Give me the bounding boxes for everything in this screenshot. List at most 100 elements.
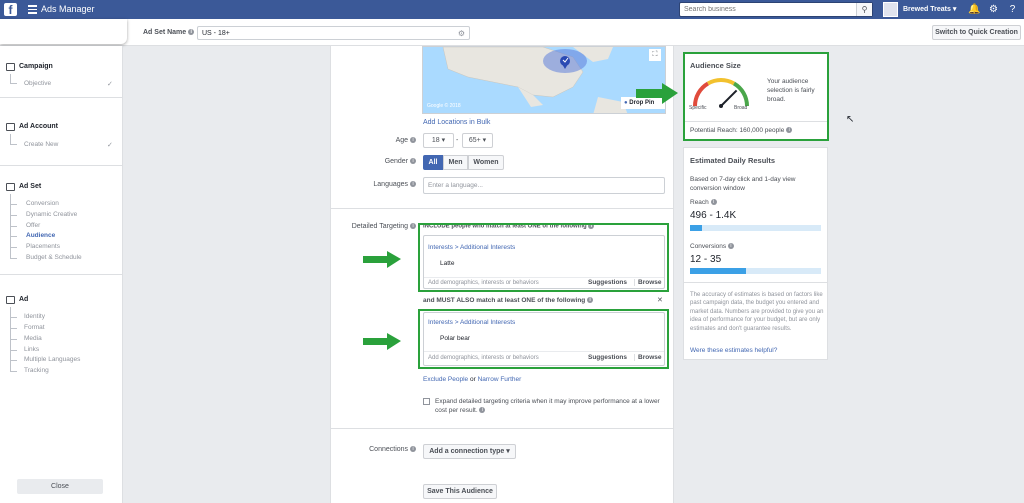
tree-tick <box>10 226 17 227</box>
close-icon[interactable]: ✕ <box>657 296 663 304</box>
tree-tick <box>10 360 17 361</box>
connections-label: Connections i <box>336 446 416 453</box>
map-copyright: Google © 2018 <box>427 103 461 109</box>
gender-men-button[interactable]: Men <box>443 155 468 170</box>
exclude-narrow-links: Exclude People or Narrow Further <box>423 376 521 383</box>
narrow-further-link[interactable]: Narrow Further <box>478 376 522 383</box>
search-icon[interactable]: ⚲ <box>856 3 872 16</box>
section-divider <box>0 274 122 275</box>
reach-value: 496 - 1.4K <box>690 210 737 221</box>
add-locations-bulk-link[interactable]: Add Locations in Bulk <box>423 119 490 126</box>
info-icon: i <box>727 243 734 250</box>
notifications-icon[interactable]: 🔔 <box>968 3 981 16</box>
sidebar-item-budget-schedule[interactable]: Budget & Schedule <box>26 254 82 261</box>
info-icon: i <box>710 199 717 206</box>
tree-tick <box>10 258 17 259</box>
header-overlay-panel <box>0 19 127 44</box>
annotation-box-narrow <box>418 309 669 369</box>
gender-all-button[interactable]: All <box>423 155 443 170</box>
fullscreen-icon[interactable]: ⛶ <box>649 49 661 61</box>
sidebar-section-ad-account[interactable]: Ad Account <box>19 123 58 130</box>
expand-targeting-text: Expand detailed targeting criteria when … <box>435 398 660 414</box>
chevron-down-icon: ▾ <box>952 6 957 13</box>
tree-line <box>10 74 11 83</box>
age-min-select[interactable]: 18 ▾ <box>423 133 454 148</box>
or-text: or <box>469 376 476 383</box>
sidebar-item-format[interactable]: Format <box>24 324 45 331</box>
detailed-targeting-label: Detailed Targeting i <box>336 223 416 230</box>
conversions-bar-fill <box>690 268 747 274</box>
chevron-down-icon: ▾ <box>482 137 487 144</box>
drop-pin-button[interactable]: ● Drop Pin <box>621 97 665 109</box>
annotation-arrow-narrow <box>363 333 401 350</box>
adset-name-label: Ad Set Name i <box>143 29 195 36</box>
section-divider <box>0 97 122 98</box>
expand-targeting-checkbox[interactable] <box>423 398 430 405</box>
annotation-box-audience <box>683 52 829 141</box>
sidebar-section-ad-set[interactable]: Ad Set <box>19 183 41 190</box>
annotation-arrow-include <box>363 251 401 268</box>
gear-icon[interactable]: ⚙ <box>458 29 465 38</box>
mouse-cursor-icon: ↖ <box>846 114 855 125</box>
search-box[interactable]: ⚲ <box>679 2 873 17</box>
sidebar: Campaign Objective ✓ Ad Account Create N… <box>0 46 123 503</box>
conversion-window-text: Based on 7-day click and 1-day view conv… <box>690 176 796 192</box>
age-max-select[interactable]: 65+ ▾ <box>462 133 493 148</box>
menu-icon[interactable] <box>28 5 37 14</box>
help-icon[interactable]: ? <box>1006 3 1019 16</box>
sidebar-item-identity[interactable]: Identity <box>24 313 45 320</box>
sidebar-item-dynamic-creative[interactable]: Dynamic Creative <box>26 211 77 218</box>
tree-tick <box>10 215 17 216</box>
settings-gear-icon[interactable]: ⚙ <box>987 3 1000 16</box>
info-icon: i <box>587 297 594 304</box>
account-switcher[interactable]: Brewed Treats ▾ <box>903 5 956 13</box>
languages-input[interactable]: Enter a language... <box>423 177 665 194</box>
sidebar-item-media[interactable]: Media <box>24 335 42 342</box>
reach-label: Reach i <box>690 199 717 206</box>
sidebar-item-conversion[interactable]: Conversion <box>26 200 59 207</box>
estimate-disclaimer: The accuracy of estimates is based on fa… <box>690 292 824 332</box>
estimates-helpful-link[interactable]: Were these estimates helpful? <box>690 347 777 354</box>
tree-tick <box>10 144 17 145</box>
and-must-instruction: and MUST ALSO match at least ONE of the … <box>423 297 594 304</box>
chevron-down-icon: ▾ <box>441 137 446 144</box>
adset-name-value: US - 18+ <box>202 30 230 37</box>
age-label: Age i <box>340 137 416 144</box>
info-icon: i <box>188 29 195 36</box>
sidebar-item-objective[interactable]: Objective <box>24 80 51 87</box>
tree-tick <box>10 328 17 329</box>
info-icon: i <box>479 407 486 414</box>
gender-women-button[interactable]: Women <box>468 155 504 170</box>
tree-tick <box>10 83 17 84</box>
close-button[interactable]: Close <box>17 479 103 494</box>
info-icon: i <box>410 181 416 188</box>
search-input[interactable] <box>680 3 854 16</box>
facebook-logo-icon[interactable]: f <box>4 3 17 17</box>
check-icon: ✓ <box>107 81 113 88</box>
save-audience-button[interactable]: Save This Audience <box>423 484 497 499</box>
sidebar-section-campaign[interactable]: Campaign <box>19 63 53 70</box>
sidebar-item-links[interactable]: Links <box>24 346 39 353</box>
info-icon: i <box>410 137 416 144</box>
form-divider <box>331 208 673 209</box>
pin-icon: ● <box>624 100 628 106</box>
sidebar-section-ad[interactable]: Ad <box>19 296 28 303</box>
adset-name-input[interactable]: US - 18+ ⚙ <box>197 26 470 40</box>
switch-quick-creation-button[interactable]: Switch to Quick Creation <box>932 25 1021 40</box>
sidebar-item-multiple-languages[interactable]: Multiple Languages <box>24 356 80 363</box>
tree-line <box>10 134 11 144</box>
card-divider <box>684 282 827 283</box>
sidebar-item-create-new[interactable]: Create New <box>24 141 58 148</box>
exclude-people-link[interactable]: Exclude People <box>423 376 468 383</box>
conversions-bar <box>690 268 821 274</box>
location-map[interactable]: Google © 2018 ● Drop Pin ⛶ <box>422 46 666 114</box>
sidebar-item-placements[interactable]: Placements <box>26 243 60 250</box>
sidebar-item-audience[interactable]: Audience <box>26 232 55 239</box>
sidebar-item-tracking[interactable]: Tracking <box>24 367 49 374</box>
sidebar-item-offer[interactable]: Offer <box>26 222 40 229</box>
tree-tick <box>10 317 17 318</box>
account-avatar[interactable] <box>883 2 898 17</box>
add-connection-type-button[interactable]: Add a connection type ▾ <box>423 444 516 459</box>
gender-label: Gender i <box>340 158 416 165</box>
annotation-arrow-audience <box>636 83 678 104</box>
